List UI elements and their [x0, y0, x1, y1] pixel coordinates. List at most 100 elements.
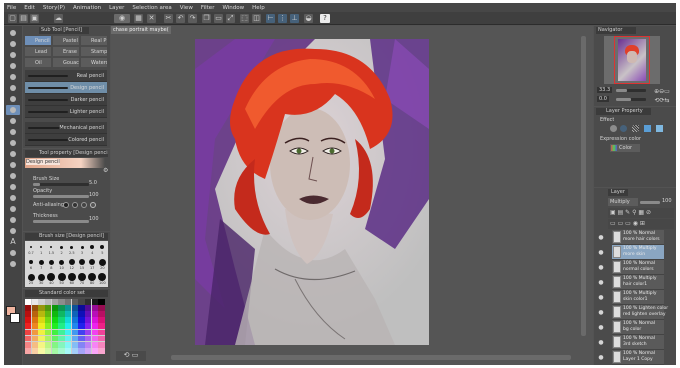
navigator-viewport[interactable] — [614, 36, 650, 84]
menu-view[interactable]: View — [180, 5, 193, 11]
layer-row[interactable]: 100 % Normal 3rd sketch — [612, 335, 664, 350]
color-swatch[interactable] — [51, 299, 59, 305]
brush-size-option[interactable]: 2 — [57, 242, 67, 257]
layer-visibility-eye-icon[interactable]: ● — [597, 324, 605, 332]
pen-tool[interactable] — [6, 105, 20, 115]
pattern-effect-icon[interactable] — [632, 125, 639, 132]
expression-color-dropdown[interactable]: Color — [610, 144, 640, 152]
color-swatch[interactable] — [38, 335, 45, 342]
color-swatch[interactable] — [31, 305, 39, 311]
deselect-button[interactable]: ⬚ — [240, 14, 249, 23]
zoom-value[interactable]: 33.3 — [597, 87, 613, 93]
tab-gouache[interactable]: Gouache — [53, 58, 79, 67]
color-swatch[interactable] — [85, 329, 92, 336]
zoom-slider[interactable] — [616, 89, 646, 92]
color-swatch[interactable] — [71, 329, 79, 336]
color-swatch[interactable] — [51, 329, 59, 336]
color-swatch[interactable] — [45, 341, 52, 348]
color-swatch[interactable] — [78, 341, 85, 348]
color-swatch[interactable] — [38, 299, 45, 305]
aa-none-option[interactable] — [63, 202, 69, 208]
brush-size-option[interactable]: 6 — [26, 257, 36, 272]
sub-color-swatch[interactable] — [10, 313, 20, 323]
menu-help[interactable]: Help — [252, 5, 265, 11]
color-swatch[interactable] — [85, 347, 92, 354]
correct-line-tool[interactable] — [6, 259, 20, 269]
color-swatch[interactable] — [98, 341, 105, 348]
brush-size-option[interactable]: 0.7 — [26, 242, 36, 257]
color-swatch[interactable] — [45, 317, 52, 324]
color-swatch[interactable] — [58, 305, 65, 311]
color-swatch[interactable] — [85, 335, 92, 342]
color-swatch[interactable] — [98, 335, 105, 342]
color-swatch[interactable] — [45, 299, 52, 305]
brush-size-option[interactable]: 5 — [97, 242, 107, 257]
color-swatch[interactable] — [65, 341, 72, 348]
color-swatch[interactable] — [58, 335, 65, 342]
color-swatch[interactable] — [38, 347, 45, 354]
brush-size-option[interactable]: 1.5 — [46, 242, 56, 257]
fill-button[interactable]: ◒ — [304, 14, 313, 23]
brush-item[interactable]: Darker pencil — [25, 94, 107, 106]
color-swatch[interactable] — [91, 341, 99, 348]
new-canvas-button[interactable]: ▢ — [8, 14, 17, 23]
color-swatch[interactable] — [78, 323, 85, 330]
color-swatch[interactable] — [58, 329, 65, 336]
layer-row[interactable]: 100 % Lighten color red lighten overlay — [612, 305, 668, 320]
undo-button[interactable]: ↶ — [176, 14, 185, 23]
color-swatch[interactable] — [25, 341, 32, 348]
brush-size-option[interactable]: 8 — [46, 257, 56, 272]
tab-real-pencil[interactable]: Real P — [81, 36, 107, 45]
color-swatch[interactable] — [45, 311, 52, 318]
aa-weak-option[interactable] — [72, 202, 78, 208]
thickness-slider[interactable] — [33, 220, 89, 223]
color-swatch[interactable] — [71, 311, 79, 318]
redo-button[interactable]: ↷ — [188, 14, 197, 23]
color-swatch[interactable] — [58, 341, 65, 348]
aa-medium-option[interactable] — [81, 202, 87, 208]
vertical-scrollbar[interactable] — [581, 36, 586, 336]
brush-item-selected[interactable]: Design pencil — [25, 82, 107, 94]
layer-visibility-eye-icon[interactable]: ● — [597, 354, 605, 362]
document-tab[interactable]: chase portrait maybe( — [111, 26, 171, 34]
color-swatch[interactable] — [58, 323, 65, 330]
fill-tool[interactable] — [6, 182, 20, 192]
color-swatch[interactable] — [58, 347, 65, 354]
move-layer-tool[interactable] — [6, 61, 20, 71]
color-swatch[interactable] — [91, 317, 99, 324]
color-swatch[interactable] — [51, 305, 59, 311]
color-swatch[interactable] — [91, 329, 99, 336]
menu-animation[interactable]: Animation — [73, 5, 101, 11]
tab-oil[interactable]: Oil — [25, 58, 51, 67]
color-swatch[interactable] — [85, 299, 92, 305]
color-swatch[interactable] — [71, 299, 79, 305]
balloon-tool[interactable] — [6, 248, 20, 258]
brush-size-option[interactable]: 12 — [67, 257, 77, 272]
thickness-value[interactable]: 100 — [89, 216, 99, 222]
brush-size-option[interactable]: 2.5 — [67, 242, 77, 257]
horizontal-scrollbar[interactable] — [171, 355, 571, 360]
tone-effect-icon[interactable] — [620, 125, 627, 132]
menu-story[interactable]: Story(P) — [43, 5, 65, 11]
operation-tool[interactable] — [6, 50, 20, 60]
color-swatch[interactable] — [85, 341, 92, 348]
color-swatch[interactable] — [65, 311, 72, 318]
color-swatch[interactable] — [65, 299, 72, 305]
color-swatch[interactable] — [65, 323, 72, 330]
color-swatch[interactable] — [71, 323, 79, 330]
brush-size-option[interactable]: 7 — [36, 257, 46, 272]
brush-item[interactable]: Mechanical pencil — [25, 122, 107, 134]
brush-size-option[interactable]: 30 — [36, 272, 46, 287]
brush-size-option[interactable]: 4 — [87, 242, 97, 257]
brush-size-option[interactable]: 60 — [67, 272, 77, 287]
color-swatch[interactable] — [91, 347, 99, 354]
layer-row[interactable]: 100 % Normal normal colors — [612, 260, 664, 275]
color-swatch[interactable] — [85, 323, 92, 330]
blend-mode-dropdown[interactable]: Multiply — [608, 198, 638, 206]
color-swatch[interactable] — [65, 335, 72, 342]
color-swatch[interactable] — [98, 299, 105, 305]
color-swatch[interactable] — [78, 329, 85, 336]
tab-pencil[interactable]: Pencil — [25, 36, 51, 45]
figure-tool[interactable] — [6, 204, 20, 214]
navigator-rotate-buttons[interactable]: ⟲⟳⇆ — [650, 96, 674, 105]
